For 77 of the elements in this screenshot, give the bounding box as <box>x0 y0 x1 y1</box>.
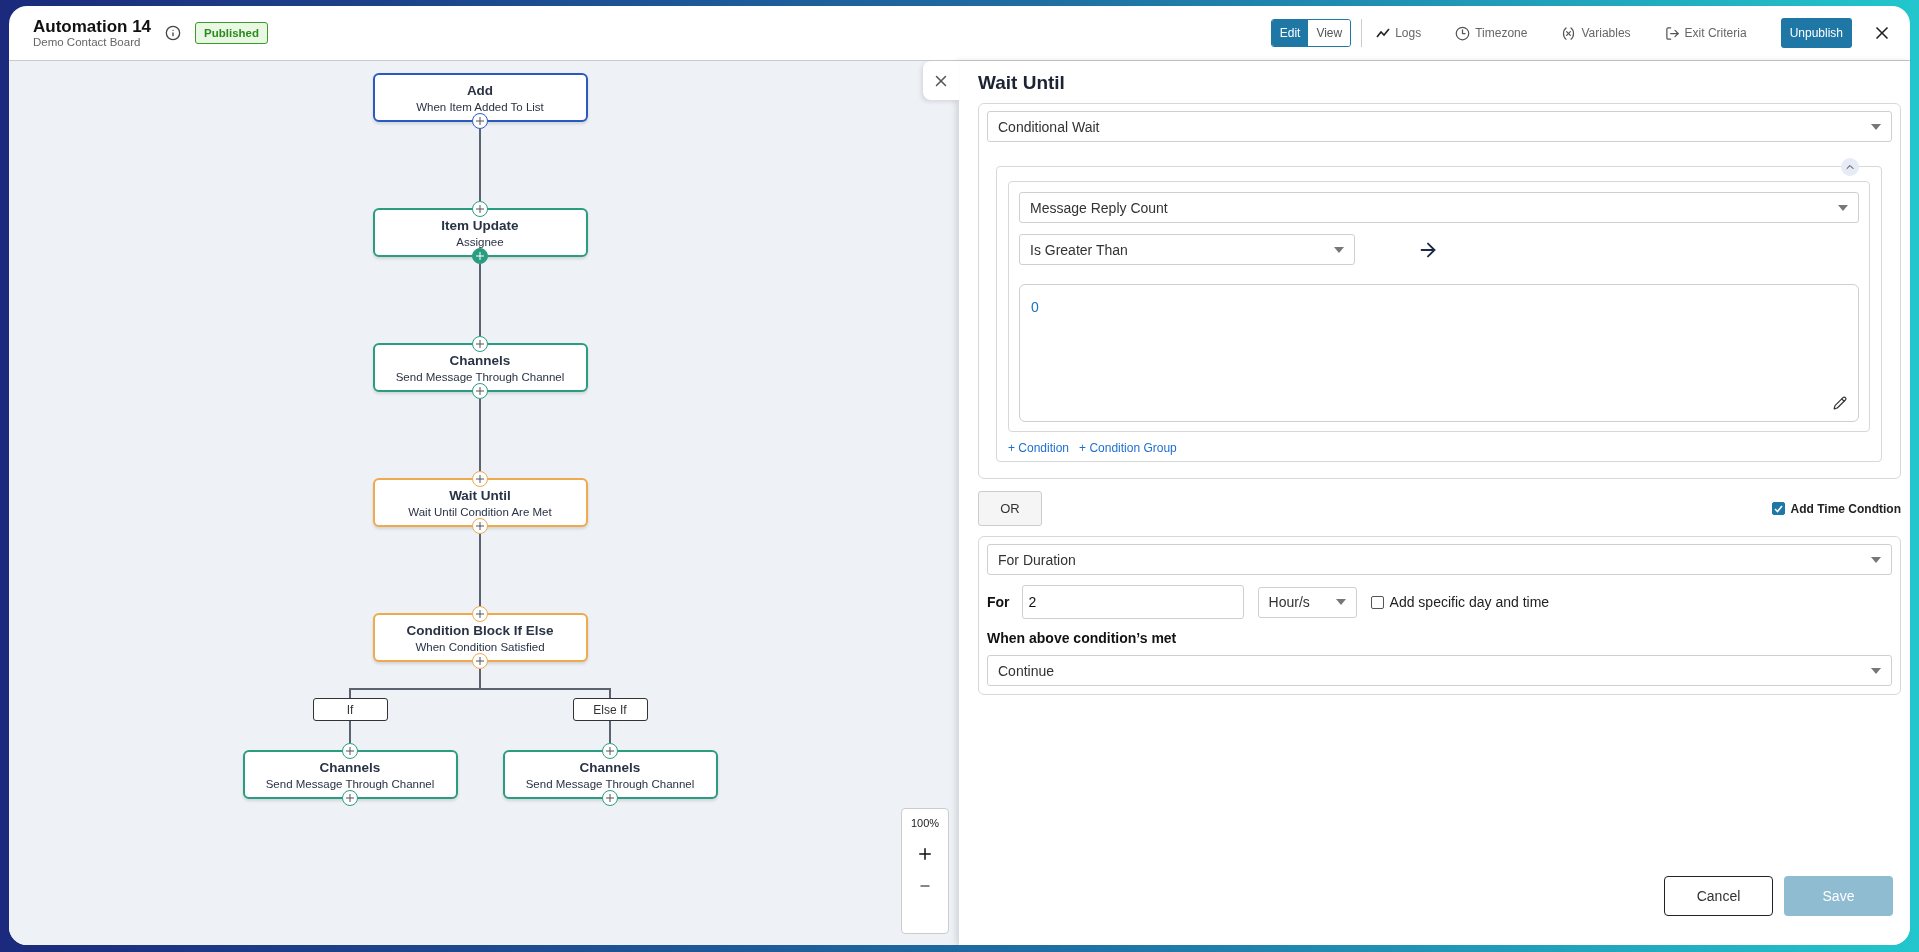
duration-type-dropdown[interactable]: For Duration <box>987 544 1892 575</box>
caret-icon <box>1871 667 1881 674</box>
caret-icon <box>1871 123 1881 130</box>
add-step-button[interactable] <box>342 743 358 759</box>
wait-type-dropdown[interactable]: Conditional Wait <box>987 111 1892 142</box>
zoom-level: 100% <box>910 817 940 829</box>
add-condition-link[interactable]: + Condition <box>1008 441 1070 455</box>
zoom-in-button[interactable] <box>916 845 934 863</box>
add-step-button[interactable] <box>472 383 488 399</box>
toolbar-button[interactable]: Exit Criteria <box>1664 25 1747 41</box>
amount-field[interactable]: 2 <box>1021 585 1244 619</box>
add-step-button[interactable] <box>472 201 488 217</box>
field-dropdown[interactable]: Message Reply Count <box>1019 192 1859 223</box>
panel-title: Wait Until <box>978 71 1066 95</box>
caret-icon <box>1838 204 1848 211</box>
node-subtitle: Send Message Through Channel <box>395 370 565 383</box>
add-step-button[interactable] <box>472 248 488 264</box>
add-condition-link[interactable]: + Condition Group <box>1079 441 1177 455</box>
plus-icon <box>916 845 934 863</box>
variable-icon <box>1561 25 1577 41</box>
node-subtitle: Send Message Through Channel <box>525 777 695 790</box>
node-title: Wait Until <box>449 487 511 503</box>
info-icon[interactable] <box>165 25 182 41</box>
flow-node[interactable]: Channels Send Message Through Channel <box>502 750 718 799</box>
node-title: Channels <box>449 352 511 368</box>
clock-icon <box>1455 25 1471 41</box>
close-panel-button[interactable] <box>923 61 959 100</box>
flow-node[interactable]: Item Update Assignee <box>372 208 588 257</box>
toolbar-button[interactable]: Logs <box>1376 26 1422 40</box>
branch-label: If <box>312 698 388 721</box>
flow-node[interactable]: Condition Block If Else When Condition Satisfied <box>372 613 588 662</box>
caret-icon <box>1871 556 1881 563</box>
node-title: Condition Block If Else <box>406 622 554 638</box>
add-step-button[interactable] <box>342 790 358 806</box>
collapse-button[interactable] <box>1841 158 1859 176</box>
cancel-button[interactable]: Cancel <box>1664 876 1773 916</box>
node-title: Add <box>466 82 494 98</box>
mode-tab[interactable]: Edit <box>1271 20 1309 46</box>
node-subtitle: When Condition Satisfied <box>415 640 545 653</box>
checkbox-label: Add Time Condtion <box>1790 501 1901 516</box>
toolbar-button[interactable]: Variables <box>1561 25 1631 41</box>
caret-icon <box>1334 246 1344 253</box>
caret-icon <box>1335 599 1346 605</box>
unpublish-button[interactable]: Unpublish <box>1780 18 1852 48</box>
flow-node[interactable]: Wait Until Wait Until Condition Are Met <box>372 478 588 527</box>
unit-dropdown[interactable]: Hour/s <box>1257 586 1357 618</box>
automation-title: Automation 14 <box>33 17 152 36</box>
add-step-button[interactable] <box>602 743 618 759</box>
after-condition-label: When above condition’s met <box>987 630 1178 646</box>
node-subtitle: Assignee <box>456 235 504 248</box>
add-step-button[interactable] <box>602 790 618 806</box>
exit-icon <box>1664 25 1680 41</box>
value-field[interactable]: 0 <box>1019 284 1859 422</box>
or-button[interactable]: OR <box>978 491 1042 526</box>
add-step-button[interactable] <box>472 336 488 352</box>
branch-label: Else If <box>572 698 648 721</box>
checkbox[interactable] <box>1370 595 1384 609</box>
node-title: Item Update <box>441 217 519 233</box>
board-name: Demo Contact Board <box>33 36 142 49</box>
checkbox-label: Add specific day and time <box>1389 594 1550 610</box>
trend-line-icon <box>1376 28 1391 38</box>
node-subtitle: Send Message Through Channel <box>265 777 435 790</box>
flow-node[interactable]: Channels Send Message Through Channel <box>242 750 458 799</box>
flow-node[interactable]: Add When Item Added To List <box>372 73 588 122</box>
node-subtitle: Wait Until Condition Are Met <box>408 505 552 518</box>
add-step-button[interactable] <box>472 113 488 129</box>
after-action-dropdown[interactable]: Continue <box>987 655 1892 686</box>
node-subtitle: When Item Added To List <box>416 100 544 113</box>
checkbox[interactable] <box>1771 502 1785 515</box>
for-label: For <box>987 594 1010 610</box>
flow-node[interactable]: Channels Send Message Through Channel <box>372 343 588 392</box>
node-title: Channels <box>579 759 641 775</box>
node-title: Channels <box>319 759 381 775</box>
operator-dropdown[interactable]: Is Greater Than <box>1019 234 1355 265</box>
status-badge: Published <box>195 22 268 44</box>
pencil-icon[interactable] <box>1833 396 1847 410</box>
toolbar-button[interactable]: Timezone <box>1455 25 1528 41</box>
